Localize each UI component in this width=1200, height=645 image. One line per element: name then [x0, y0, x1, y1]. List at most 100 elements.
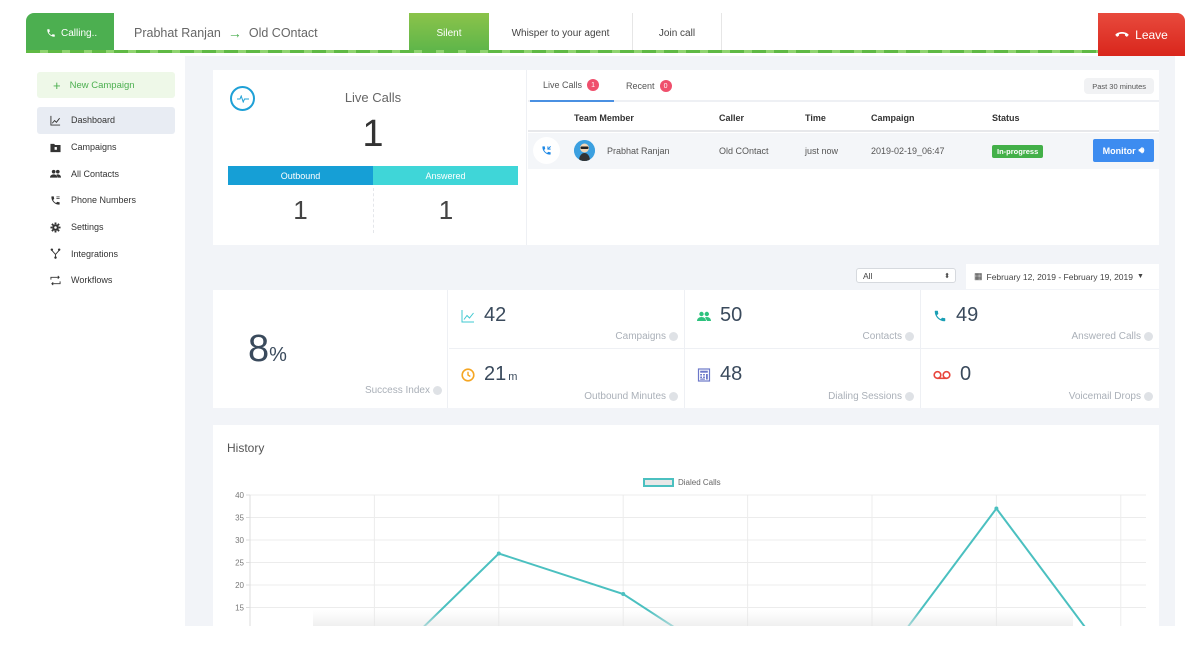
- filter-value: All: [863, 270, 873, 281]
- live-summary: Live Calls 1 Outbound Answered 1 1: [213, 70, 527, 245]
- success-index-card: 8% Success Index: [213, 290, 448, 408]
- info-icon[interactable]: [905, 392, 914, 401]
- count-badge: 1: [587, 79, 600, 91]
- stats-panel: 8% Success Index 42 Campaigns 50 Contact…: [213, 290, 1159, 408]
- y-tick-label: 25: [235, 559, 244, 568]
- stat-value: 48: [697, 363, 742, 386]
- live-segment-values: 1 1: [228, 188, 518, 233]
- sidebar-item-label: Phone Numbers: [71, 195, 137, 206]
- select-arrows-icon: ⬍: [944, 272, 950, 280]
- stat-label: Campaigns: [615, 331, 678, 342]
- history-panel: History 510152025303540 Dialed Calls: [213, 425, 1159, 626]
- info-icon[interactable]: [905, 332, 914, 341]
- column-header: Caller: [719, 113, 745, 123]
- live-tabs: Live Calls 1 Recent 0 Past 30 minutes: [528, 70, 1159, 102]
- new-campaign-button[interactable]: + New Campaign: [37, 72, 175, 98]
- monitor-label: Monitor: [1102, 145, 1136, 156]
- y-tick-label: 20: [235, 581, 244, 590]
- team-member-name: Prabhat Ranjan: [607, 146, 670, 156]
- table-header: Team Member Caller Time Campaign Status: [528, 104, 1159, 132]
- chart-legend[interactable]: Dialed Calls: [643, 478, 721, 487]
- clock-icon: [461, 367, 475, 382]
- stat-value: 0: [933, 363, 971, 386]
- incoming-call-icon: [533, 137, 560, 164]
- stat-label-text: Dialing Sessions: [828, 391, 902, 402]
- sidebar-nav: Dashboard Campaigns All Contacts Phone N…: [37, 107, 175, 294]
- stat-label: Dialing Sessions: [828, 391, 914, 402]
- timeframe-badge[interactable]: Past 30 minutes: [1084, 78, 1154, 94]
- volume-icon: 🔊︎: [1138, 145, 1145, 155]
- users-icon: [697, 311, 711, 321]
- stat-label-text: Outbound Minutes: [584, 391, 666, 402]
- hangup-icon: [1115, 31, 1129, 37]
- folder-icon: [50, 143, 61, 152]
- y-tick-label: 40: [235, 491, 244, 500]
- stat-number: 42: [484, 304, 507, 326]
- info-icon[interactable]: [1144, 332, 1153, 341]
- stat-label: Outbound Minutes: [584, 391, 678, 402]
- sidebar-item-phone-numbers[interactable]: Phone Numbers: [37, 187, 175, 214]
- status-badge: In-progress: [992, 144, 1044, 158]
- tab-label: Live Calls: [543, 80, 583, 90]
- stat-value: 50: [697, 304, 742, 327]
- success-index-label: Success Index: [365, 385, 442, 396]
- filter-select[interactable]: All ⬍: [856, 268, 956, 283]
- join-call-button[interactable]: Join call: [633, 13, 722, 53]
- live-segment-bar: Outbound Answered: [228, 166, 518, 185]
- stat-number: 50: [720, 304, 743, 326]
- column-header: Status: [992, 113, 1020, 123]
- table-row: Prabhat Ranjan Old COntact just now 2019…: [528, 133, 1159, 169]
- new-campaign-label: New Campaign: [69, 79, 135, 91]
- sidebar-item-label: Integrations: [71, 248, 119, 259]
- legend-label: Dialed Calls: [678, 478, 721, 487]
- tab-recent[interactable]: Recent 0: [624, 70, 672, 102]
- stat-value: 21 m: [461, 363, 517, 386]
- stat-label-text: Voicemail Drops: [1068, 391, 1141, 402]
- sidebar-item-dashboard[interactable]: Dashboard: [37, 107, 175, 134]
- call-bar: Calling.. Prabhat Ranjan → Old COntact S…: [26, 13, 1185, 56]
- stat-number: 21: [484, 363, 507, 385]
- sidebar-item-label: Dashboard: [71, 115, 116, 126]
- sidebar-item-campaigns[interactable]: Campaigns: [37, 134, 175, 161]
- sidebar-item-all-contacts[interactable]: All Contacts: [37, 160, 175, 187]
- sidebar-item-label: Campaigns: [71, 142, 117, 153]
- phone-icon: [51, 196, 60, 205]
- info-icon[interactable]: [669, 392, 678, 401]
- sidebar-item-label: Workflows: [71, 275, 113, 286]
- column-header: Time: [805, 113, 826, 123]
- info-icon[interactable]: [669, 332, 678, 341]
- stat-unit: m: [508, 371, 518, 383]
- live-calls-count: 1: [362, 113, 384, 155]
- stat-card-answered-calls: 49 Answered Calls: [921, 290, 1159, 349]
- legend-swatch: [643, 478, 674, 487]
- whisper-button[interactable]: Whisper to your agent: [489, 13, 633, 53]
- data-point: [994, 506, 999, 511]
- calendar-icon: ▦: [974, 271, 983, 281]
- sidebar-item-settings[interactable]: Settings: [37, 214, 175, 241]
- success-index-unit: %: [269, 344, 287, 366]
- silent-button[interactable]: Silent: [409, 13, 489, 53]
- caller-cell: Old COntact: [719, 146, 769, 156]
- date-range-picker[interactable]: ▦ February 12, 2019 - February 19, 2019 …: [966, 264, 1159, 289]
- tab-live-calls[interactable]: Live Calls 1: [530, 70, 614, 102]
- monitor-button[interactable]: Monitor 🔊︎: [1093, 139, 1154, 162]
- info-icon[interactable]: [433, 386, 442, 395]
- call-route: Prabhat Ranjan → Old COntact: [134, 13, 318, 53]
- plus-icon: +: [53, 77, 61, 93]
- caret-down-icon: ▼: [1137, 273, 1144, 280]
- sidebar-item-integrations[interactable]: Integrations: [37, 240, 175, 267]
- stat-value: 42: [461, 304, 506, 327]
- stat-card-voicemail-drops: 0 Voicemail Drops: [921, 349, 1159, 408]
- success-index-number: 8: [248, 328, 270, 370]
- arrow-right-icon: →: [227, 25, 242, 41]
- stat-label-text: Answered Calls: [1071, 331, 1141, 342]
- sidebar-item-workflows[interactable]: Workflows: [37, 267, 175, 294]
- answered-label: Answered: [373, 166, 518, 185]
- leave-label: Leave: [1135, 27, 1168, 42]
- voicemail-icon: [933, 370, 951, 379]
- leave-button[interactable]: Leave: [1098, 13, 1185, 56]
- workflow-icon: [50, 275, 61, 286]
- stat-value: 49: [933, 304, 978, 327]
- stat-label-text: Campaigns: [615, 331, 666, 342]
- info-icon[interactable]: [1144, 392, 1153, 401]
